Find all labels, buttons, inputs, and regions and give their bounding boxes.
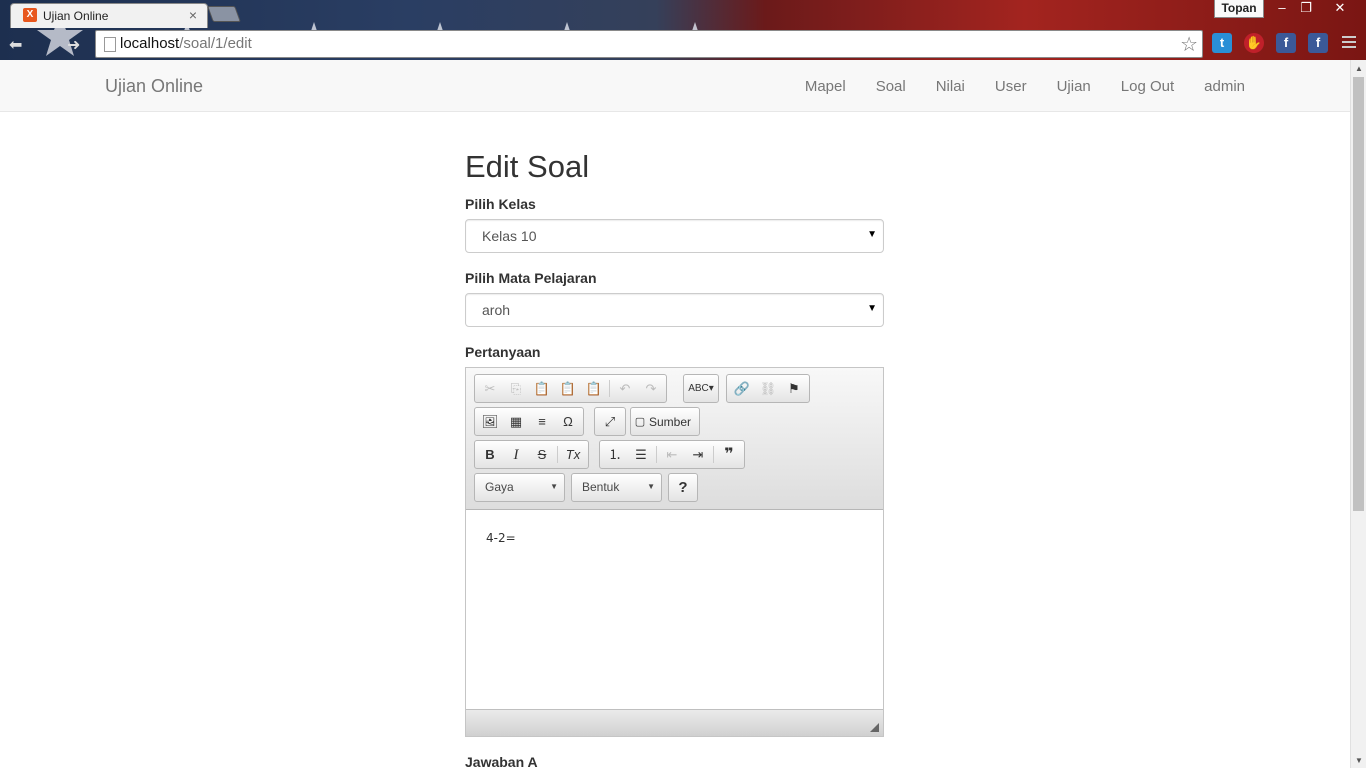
kelas-select-value: Kelas 10 — [482, 228, 537, 244]
kelas-select[interactable]: Kelas 10 ▼ — [465, 219, 884, 253]
new-tab-button[interactable] — [207, 6, 241, 22]
kelas-label: Pilih Kelas — [465, 196, 536, 212]
indent-icon[interactable]: ⇥ — [685, 444, 711, 466]
help-button[interactable]: ? — [678, 479, 687, 496]
help-group: ? — [668, 473, 698, 502]
source-button[interactable]: Sumber — [647, 415, 697, 429]
bulleted-list-icon[interactable]: ☰ — [628, 444, 654, 466]
special-char-icon[interactable]: Ω — [555, 411, 581, 433]
basicstyles-group: B I S Tx — [474, 440, 589, 469]
paste-word-icon[interactable]: 📋 — [581, 378, 607, 400]
profile-button[interactable]: Topan — [1214, 0, 1264, 18]
forward-arrow-icon[interactable]: ➜ — [67, 35, 80, 55]
editor-toolbar: ✂ ⎘ 📋 📋 📋 ↶ ↷ ABC▾ 🔗 ⛓ ⚑ 🖼 ▦ ≡ Ω ⤢ ▢ Sum… — [466, 368, 883, 510]
address-bar[interactable]: localhost/soal/1/edit ☆ — [95, 30, 1203, 58]
bold-button[interactable]: B — [477, 444, 503, 466]
spellcheck-icon[interactable]: ABC▾ — [686, 378, 716, 400]
minimize-icon[interactable]: – — [1270, 0, 1294, 18]
url-text[interactable]: localhost/soal/1/edit — [120, 35, 252, 52]
nav-link-ujian[interactable]: Ujian — [1057, 78, 1091, 95]
numbered-list-icon[interactable]: ⒈ — [602, 444, 628, 466]
rich-text-editor: ✂ ⎘ 📋 📋 📋 ↶ ↷ ABC▾ 🔗 ⛓ ⚑ 🖼 ▦ ≡ Ω ⤢ ▢ Sum… — [465, 367, 884, 737]
redo-icon[interactable]: ↷ — [638, 378, 664, 400]
dropdown-arrow-icon: ▼ — [867, 303, 877, 314]
browser-tab[interactable]: X Ujian Online × — [10, 3, 208, 28]
separator — [656, 446, 657, 463]
nav-link-soal[interactable]: Soal — [876, 78, 906, 95]
separator — [713, 446, 714, 463]
horizontal-rule-icon[interactable]: ≡ — [529, 411, 555, 433]
scroll-down-arrow-icon[interactable]: ▼ — [1355, 756, 1363, 765]
editor-footer — [466, 709, 883, 736]
facebook-icon[interactable]: f — [1276, 33, 1296, 53]
anchor-flag-icon[interactable]: ⚑ — [781, 378, 807, 400]
page-scrollbar[interactable]: ▲ ▼ — [1350, 60, 1366, 768]
link-icon[interactable]: 🔗 — [729, 378, 755, 400]
outdent-icon[interactable]: ⇤ — [659, 444, 685, 466]
back-arrow-icon[interactable]: ⬅ — [9, 35, 22, 55]
hamburger-menu-icon[interactable] — [1342, 36, 1356, 51]
pertanyaan-label: Pertanyaan — [465, 344, 541, 360]
nav-link-admin[interactable]: admin — [1204, 78, 1245, 95]
paragraph-group: ⒈ ☰ ⇤ ⇥ ❞ — [599, 440, 745, 469]
scroll-up-arrow-icon[interactable]: ▲ — [1355, 64, 1363, 73]
source-icon: ▢ — [634, 415, 646, 428]
nav-links: Mapel Soal Nilai User Ujian Log Out admi… — [775, 78, 1245, 95]
nav-link-mapel[interactable]: Mapel — [805, 78, 846, 95]
blockquote-icon[interactable]: ❞ — [716, 444, 742, 466]
scrollbar-thumb[interactable] — [1353, 77, 1364, 511]
twitter-icon[interactable]: t — [1212, 33, 1232, 53]
editor-content-area[interactable]: 4-2= — [466, 510, 883, 709]
strike-button[interactable]: S — [529, 444, 555, 466]
browser-toolbar: ⬅ ➜ localhost/soal/1/edit ☆ t ✋ f f — [0, 29, 1366, 60]
mapel-label: Pilih Mata Pelajaran — [465, 270, 597, 286]
mapel-select-value: aroh — [482, 302, 511, 318]
paste-icon[interactable]: 📋 — [529, 378, 555, 400]
page-title: Edit Soal — [465, 149, 590, 184]
cut-icon[interactable]: ✂ — [477, 378, 503, 400]
tab-title: Ujian Online — [43, 9, 109, 23]
style-combo[interactable]: Gaya ▼ — [474, 473, 565, 502]
restore-icon[interactable]: ❐ — [1294, 0, 1318, 18]
adblock-icon[interactable]: ✋ — [1244, 33, 1264, 53]
spellcheck-group: ABC▾ — [683, 374, 719, 403]
link-group: 🔗 ⛓ ⚑ — [726, 374, 810, 403]
chevron-down-icon: ▼ — [550, 482, 558, 491]
resize-handle-icon[interactable] — [870, 723, 879, 732]
editor-text[interactable]: 4-2= — [486, 531, 516, 545]
table-icon[interactable]: ▦ — [503, 411, 529, 433]
nav-link-user[interactable]: User — [995, 78, 1027, 95]
bookmark-star-icon[interactable]: ☆ — [1180, 32, 1198, 57]
insert-group: 🖼 ▦ ≡ Ω — [474, 407, 584, 436]
xampp-favicon-icon: X — [23, 8, 37, 22]
clipboard-group: ✂ ⎘ 📋 📋 📋 ↶ ↷ — [474, 374, 667, 403]
format-combo[interactable]: Bentuk ▼ — [571, 473, 662, 502]
paste-text-icon[interactable]: 📋 — [555, 378, 581, 400]
page-icon — [104, 37, 116, 52]
nav-link-logout[interactable]: Log Out — [1121, 78, 1174, 95]
facebook-icon[interactable]: f — [1308, 33, 1328, 53]
separator — [557, 446, 558, 463]
tab-close-icon[interactable]: × — [189, 7, 197, 23]
italic-button[interactable]: I — [503, 444, 529, 466]
tools-group: ⤢ — [594, 407, 626, 436]
remove-format-button[interactable]: Tx — [560, 444, 586, 466]
browser-chrome: X Ujian Online × Topan – ❐ ✕ ⬅ ➜ localho… — [0, 0, 1366, 60]
copy-icon[interactable]: ⎘ — [503, 378, 529, 400]
maximize-icon[interactable]: ⤢ — [597, 411, 623, 433]
chevron-down-icon: ▼ — [647, 482, 655, 491]
brand-link[interactable]: Ujian Online — [105, 76, 203, 97]
close-icon[interactable]: ✕ — [1328, 0, 1352, 18]
mapel-select[interactable]: aroh ▼ — [465, 293, 884, 327]
nav-link-nilai[interactable]: Nilai — [936, 78, 965, 95]
separator — [609, 380, 610, 397]
source-group: ▢ Sumber — [630, 407, 701, 436]
image-icon[interactable]: 🖼 — [477, 411, 503, 433]
undo-icon[interactable]: ↶ — [612, 378, 638, 400]
dropdown-arrow-icon: ▼ — [867, 229, 877, 240]
site-navbar: Ujian Online Mapel Soal Nilai User Ujian… — [0, 60, 1350, 112]
unlink-icon[interactable]: ⛓ — [755, 378, 781, 400]
